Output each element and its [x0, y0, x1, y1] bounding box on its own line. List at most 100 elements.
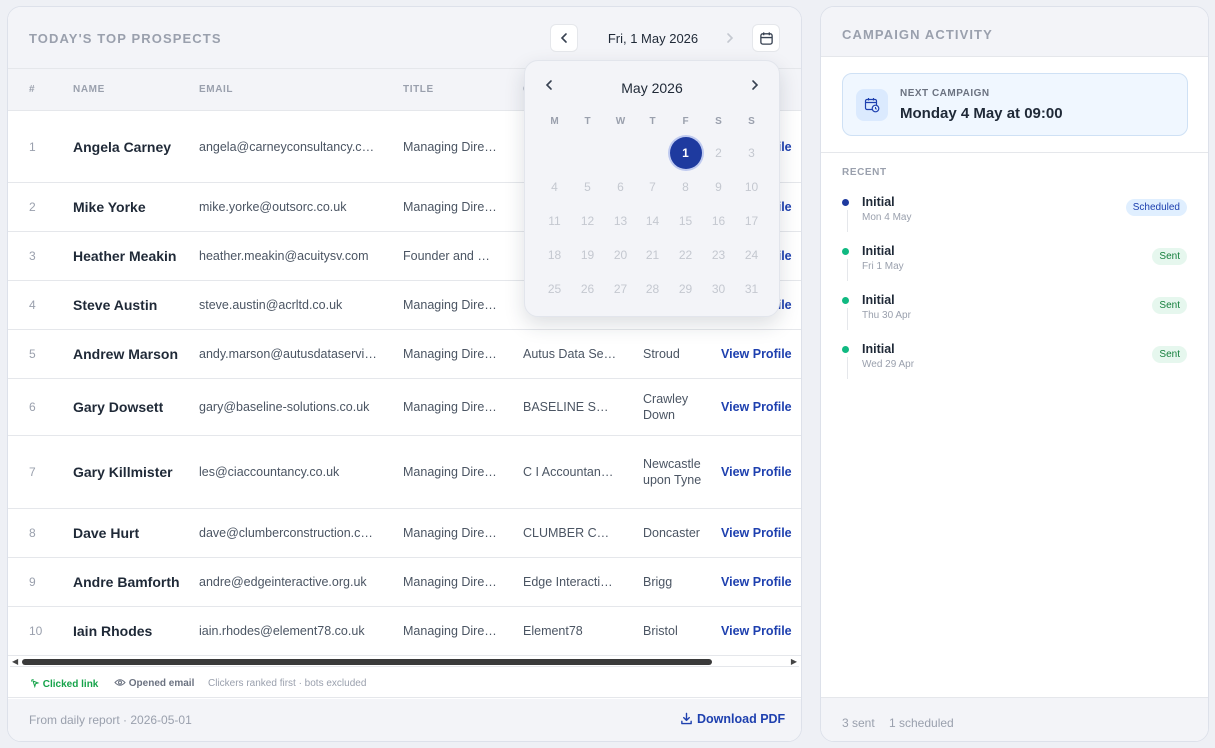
prospect-name: Gary Dowsett	[73, 399, 164, 415]
calendar-day[interactable]: 4	[539, 171, 571, 203]
view-profile-link[interactable]: View Profile	[721, 346, 792, 362]
prospect-email: gary@baseline-solutions.co.uk	[199, 400, 370, 414]
prev-day-button[interactable]	[550, 24, 578, 52]
calendar-day[interactable]: 18	[539, 239, 571, 271]
calendar-day[interactable]: 10	[736, 171, 768, 203]
col-email: EMAIL	[199, 84, 234, 95]
prospect-company: Edge Interactive...	[523, 575, 618, 589]
recent-label: RECENT	[842, 167, 887, 178]
prospect-email: dave@clumberconstruction.co.uk	[199, 526, 379, 540]
calendar-day[interactable]: 26	[572, 273, 604, 305]
calendar-day[interactable]: 9	[703, 171, 735, 203]
calendar-day[interactable]: 23	[703, 239, 735, 271]
status-dot	[842, 297, 849, 304]
view-profile-link[interactable]: View Profile	[721, 623, 792, 639]
prospects-title: TODAY'S TOP PROSPECTS	[29, 31, 222, 46]
calendar-month-title: May 2026	[621, 80, 683, 96]
timeline-line	[847, 210, 848, 232]
prospect-location: Doncaster	[643, 526, 700, 540]
prospect-location: Crawley Down	[643, 392, 689, 422]
timeline-line	[847, 308, 848, 330]
next-day-button[interactable]	[716, 24, 744, 52]
prospect-name: Heather Meakin	[73, 248, 177, 264]
prospect-location: Brigg	[643, 575, 673, 589]
calendar-day[interactable]: 2	[703, 137, 735, 169]
calendar-day[interactable]: 7	[637, 171, 669, 203]
scroll-left-arrow-icon[interactable]: ◀	[12, 657, 18, 666]
status-dot	[842, 248, 849, 255]
sent-count: 3 sent	[842, 716, 875, 730]
prospect-name: Andrew Marson	[73, 346, 179, 362]
calendar-day[interactable]: 16	[703, 205, 735, 237]
prospect-name: Angela Carney	[73, 138, 172, 155]
calendar-day[interactable]: 25	[539, 273, 571, 305]
prospect-email: andre@edgeinteractive.org.uk	[199, 575, 367, 589]
divider	[821, 152, 1208, 153]
calendar-day[interactable]: 15	[670, 205, 702, 237]
view-profile-link[interactable]: View Profile	[721, 399, 792, 415]
activity-date: Wed 29 Apr	[862, 359, 915, 370]
next-month-button[interactable]	[749, 78, 761, 95]
calendar-day-selected[interactable]: 1	[669, 137, 702, 169]
cursor-click-icon	[31, 679, 40, 689]
calendar-toggle-button[interactable]	[752, 24, 780, 52]
calendar-day[interactable]: 30	[703, 273, 735, 305]
prospects-footer: From daily report · 2026-05-01 Download …	[8, 699, 801, 741]
prospect-email: iain.rhodes@element78.co.uk	[199, 624, 365, 638]
weekday-label: F	[682, 116, 689, 127]
calendar-day[interactable]: 28	[637, 273, 669, 305]
calendar-day[interactable]: 12	[572, 205, 604, 237]
scrollbar-thumb[interactable]	[22, 659, 712, 665]
scroll-right-arrow-icon[interactable]: ▶	[791, 657, 797, 666]
calendar-day[interactable]: 20	[605, 239, 637, 271]
calendar-day[interactable]: 19	[572, 239, 604, 271]
calendar-day[interactable]: 3	[736, 137, 768, 169]
status-dot	[842, 199, 849, 206]
calendar-day[interactable]: 17	[736, 205, 768, 237]
prospect-email: angela@carneyconsultancy.co.uk	[199, 139, 379, 154]
calendar-day[interactable]: 5	[572, 171, 604, 203]
view-profile-link[interactable]: View Profile	[721, 525, 792, 541]
timeline-line	[847, 357, 848, 379]
activity-date: Mon 4 May	[862, 212, 912, 223]
calendar-day[interactable]: 31	[736, 273, 768, 305]
prospect-company: CLUMBER CONS...	[523, 526, 618, 540]
chevron-right-icon	[727, 33, 734, 43]
activity-title: Initial	[862, 195, 895, 209]
prospect-company: BASELINE SOLU...	[523, 400, 618, 414]
view-profile-link[interactable]: View Profile	[721, 464, 792, 480]
prospect-name: Mike Yorke	[73, 199, 146, 215]
prospect-email: heather.meakin@acuitysv.com	[199, 249, 369, 263]
prospect-title: Managing Direc...	[403, 298, 498, 312]
calendar-day[interactable]: 22	[670, 239, 702, 271]
table-row: 10 Iain Rhodes iain.rhodes@element78.co.uk…	[8, 607, 801, 656]
prospect-location: Stroud	[643, 347, 680, 361]
campaign-title: CAMPAIGN ACTIVITY	[842, 27, 993, 42]
legend-note: Clickers ranked first · bots excluded	[208, 678, 367, 689]
weekday-label: T	[584, 116, 591, 127]
calendar-day[interactable]: 8	[670, 171, 702, 203]
calendar-day[interactable]: 27	[605, 273, 637, 305]
activity-title: Initial	[862, 293, 895, 307]
weekday-label: S	[715, 116, 722, 127]
download-icon	[681, 712, 692, 725]
horizontal-scrollbar[interactable]: ◀ ▶	[10, 657, 799, 667]
activity-item: Initial Mon 4 May Scheduled	[842, 195, 1187, 239]
calendar-day[interactable]: 11	[539, 205, 571, 237]
activity-item: Initial Fri 1 May Sent	[842, 244, 1187, 288]
calendar-day[interactable]: 14	[637, 205, 669, 237]
calendar-day[interactable]: 29	[670, 273, 702, 305]
calendar-day[interactable]: 21	[637, 239, 669, 271]
view-profile-link[interactable]: View Profile	[721, 574, 792, 590]
col-name: NAME	[73, 84, 105, 95]
download-pdf-button[interactable]: Download PDF	[680, 712, 785, 726]
calendar-day[interactable]: 13	[605, 205, 637, 237]
calendar-day[interactable]: 24	[736, 239, 768, 271]
campaign-footer: 3 sent 1 scheduled	[821, 697, 1208, 741]
prospect-title: Founder and M...	[403, 249, 498, 263]
prospect-name: Dave Hurt	[73, 525, 140, 541]
calendar-day[interactable]: 6	[605, 171, 637, 203]
table-row: 8 Dave Hurt dave@clumberconstruction.co.uk…	[8, 509, 801, 558]
prospect-title: Managing Direc...	[403, 575, 498, 589]
chevron-right-icon	[752, 80, 759, 90]
